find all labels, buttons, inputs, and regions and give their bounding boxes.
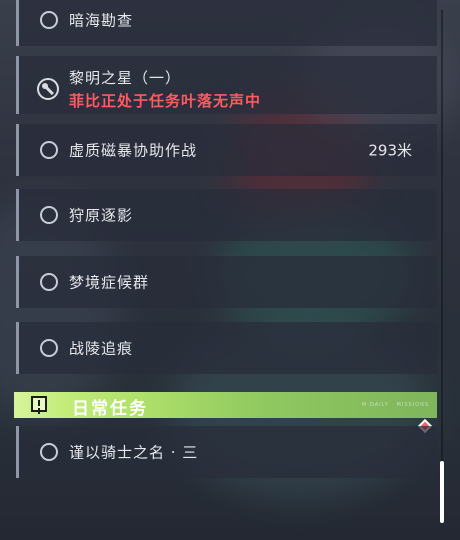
quest-blocked-icon	[37, 78, 59, 100]
quest-item-dawn-star[interactable]: 黎明之星（一） 菲比正处于任务叶落无声中	[16, 56, 437, 114]
radio-circle-icon	[40, 141, 58, 159]
radio-circle-icon	[40, 443, 58, 461]
quest-label: 谨以骑士之名 · 三	[69, 443, 199, 462]
quest-label: 黎明之星（一）	[69, 69, 182, 87]
radio-circle-icon	[40, 273, 58, 291]
radio-circle-icon	[40, 11, 58, 29]
quest-label: 暗海勘查	[69, 11, 134, 30]
quest-warning-text: 菲比正处于任务叶落无声中	[69, 92, 262, 110]
quest-label: 狩原逐影	[69, 206, 134, 225]
quest-item-storm-support[interactable]: 虚质磁暴协助作战 293米	[16, 124, 437, 176]
radio-circle-icon	[40, 206, 58, 224]
quest-label: 虚质磁暴协助作战	[69, 141, 198, 160]
exclamation-icon	[31, 396, 47, 412]
quest-list: 暗海勘查 黎明之星（一） 菲比正处于任务叶落无声中 虚质磁暴协助作战 293米 …	[0, 0, 460, 540]
scrollbar-track[interactable]	[441, 10, 443, 522]
scrollbar-thumb[interactable]	[440, 461, 444, 523]
quest-item-knight-name[interactable]: 谨以骑士之名 · 三	[16, 426, 437, 478]
daily-quests-header[interactable]: 日常任务 M DAILY · MISSIONS	[14, 392, 437, 419]
radio-circle-icon	[40, 339, 58, 357]
section-tag: M DAILY · MISSIONS	[362, 402, 429, 408]
quest-item-dream-syndrome[interactable]: 梦境症候群	[16, 256, 437, 308]
section-title: 日常任务	[72, 399, 148, 419]
quest-item-battle-tomb[interactable]: 战陵追痕	[16, 322, 437, 374]
quest-label: 战陵追痕	[69, 339, 134, 358]
quest-label: 梦境症候群	[69, 273, 150, 292]
quest-item-dark-sea-survey[interactable]: 暗海勘查	[16, 0, 437, 46]
quest-item-hunting-shadows[interactable]: 狩原逐影	[16, 189, 437, 241]
quest-distance: 293米	[368, 141, 412, 160]
